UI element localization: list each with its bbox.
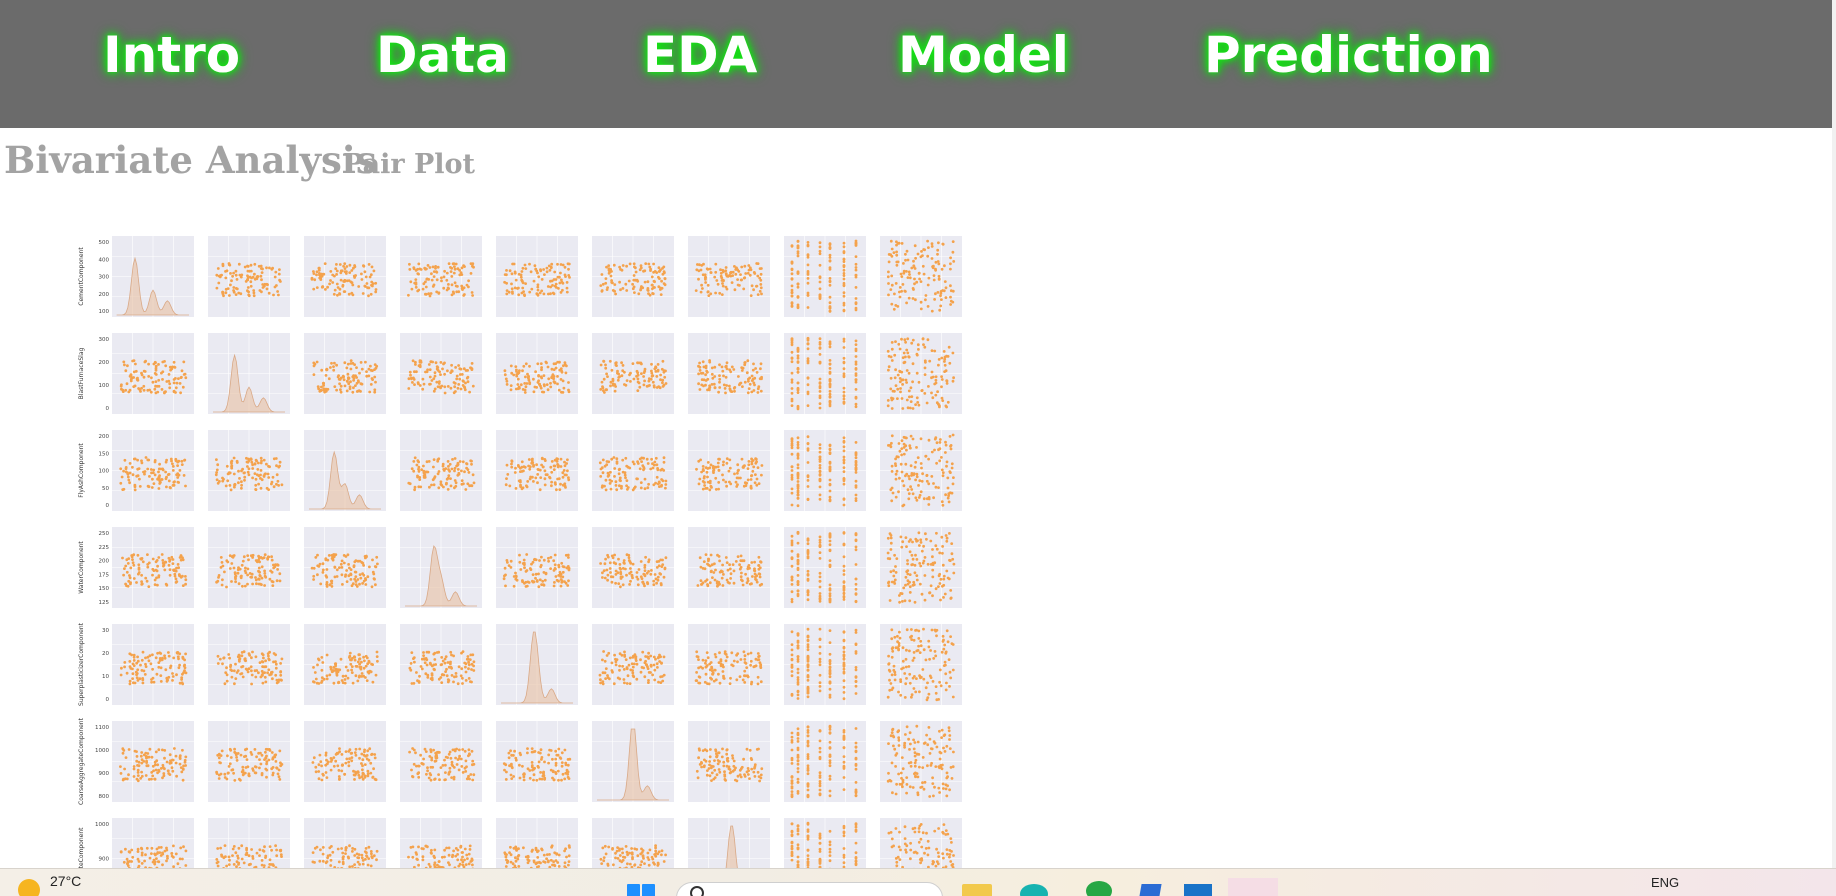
nav-prediction-link[interactable]: Prediction	[1204, 26, 1493, 84]
pairplot-ylabel: CementComponent	[78, 247, 85, 306]
nav-model-link[interactable]: Model	[898, 26, 1069, 84]
pair-plot-grid: CementComponent500400300200100BlastFurna…	[75, 232, 975, 868]
pairplot-tick-label: 100	[99, 469, 110, 475]
pairplot-tick-label: 250	[99, 531, 110, 537]
weather-sun-icon[interactable]	[18, 879, 40, 896]
pairplot-tick-label: 100	[99, 383, 110, 389]
pairplot-tick-label: 800	[99, 794, 110, 800]
pairplot-tick-label: 300	[99, 337, 110, 343]
pairplot-tick-label: 400	[99, 257, 110, 263]
pairplot-tick-label: 200	[99, 434, 110, 440]
taskbar-search-box[interactable]	[676, 882, 943, 896]
pairplot-tick-label: 10	[102, 674, 109, 680]
top-navbar: Intro Data EDA Model Prediction	[0, 0, 1832, 128]
store-app-icon[interactable]	[1184, 884, 1212, 896]
pairplot-tick-label: 200	[99, 360, 110, 366]
pairplot-ylabel: CoarseAggregateComponent	[78, 717, 85, 805]
pairplot-tick-label: 0	[106, 406, 110, 412]
section-subtitle: Pair Plot	[343, 149, 475, 180]
nav-eda-link[interactable]: EDA	[643, 26, 757, 84]
pairplot-tick-label: 1000	[95, 748, 109, 754]
pairplot-tick-label: 500	[99, 240, 110, 246]
pairplot-ylabel: WaterComponent	[78, 541, 85, 594]
pairplot-tick-label: 900	[99, 857, 110, 863]
weather-temperature[interactable]: 27°C	[50, 873, 81, 889]
page-title: Bivariate Analysis	[4, 138, 377, 182]
pairplot-ylabel: BlastFurnaceSlag	[78, 347, 85, 399]
pairplot-ylabel: SuperplasticizerComponent	[78, 622, 85, 706]
pairplot-tick-label: 100	[99, 309, 110, 315]
vscode-icon[interactable]	[1138, 884, 1161, 896]
pairplot-tick-label: 0	[106, 697, 110, 703]
active-app-icon[interactable]	[1228, 878, 1278, 896]
chrome-browser-icon[interactable]	[1086, 881, 1112, 896]
pairplot-tick-label: 150	[99, 586, 110, 592]
pairplot-tick-label: 225	[99, 545, 110, 551]
pairplot-tick-label: 200	[99, 559, 110, 565]
pairplot-ylabel: ggregateComponent	[78, 827, 85, 868]
pairplot-ylabel: FlyAshComponent	[78, 443, 85, 498]
pairplot-tick-label: 125	[99, 600, 110, 606]
pairplot-tick-label: 200	[99, 292, 110, 298]
pairplot-tick-label: 150	[99, 451, 110, 457]
pairplot-tick-label: 175	[99, 572, 110, 578]
windows-start-icon[interactable]	[627, 884, 655, 896]
nav-intro-link[interactable]: Intro	[103, 26, 240, 84]
file-explorer-icon[interactable]	[962, 884, 992, 896]
vertical-scrollbar[interactable]	[1832, 0, 1836, 868]
pairplot-tick-label: 50	[102, 486, 109, 492]
pairplot-tick-label: 30	[102, 628, 109, 634]
pairplot-tick-label: 900	[99, 771, 110, 777]
nav-data-link[interactable]: Data	[376, 26, 509, 84]
pairplot-tick-label: 1100	[95, 725, 109, 731]
windows-taskbar: 27°C ENG	[0, 868, 1836, 896]
pairplot-tick-label: 300	[99, 275, 110, 281]
pair-plot-image: CementComponent500400300200100BlastFurna…	[75, 232, 975, 868]
pairplot-tick-label: 0	[106, 503, 110, 509]
pairplot-tick-label: 1000	[95, 822, 109, 828]
pairplot-tick-label: 20	[102, 651, 109, 657]
language-indicator[interactable]: ENG	[1651, 875, 1679, 890]
edge-browser-icon[interactable]	[1020, 884, 1048, 896]
